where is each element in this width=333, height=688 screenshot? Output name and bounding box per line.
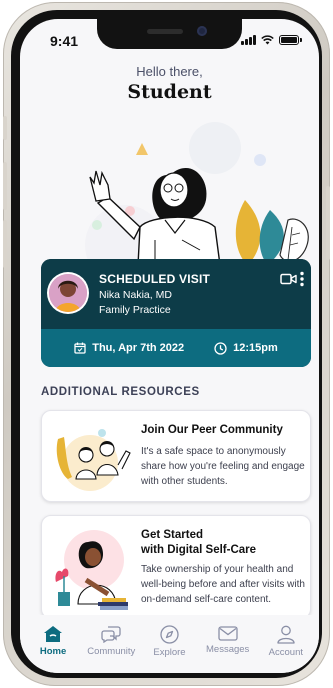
power-button	[326, 186, 330, 260]
scheduled-visit-card[interactable]: SCHEDULED VISIT Nika Nakia, MD Family Pr…	[41, 259, 311, 367]
wifi-icon	[261, 35, 274, 45]
chat-bubbles-icon	[101, 626, 121, 643]
visit-title: SCHEDULED VISIT	[99, 272, 211, 286]
tab-messages[interactable]: Messages	[199, 615, 257, 673]
more-vertical-icon[interactable]	[299, 271, 305, 287]
compass-icon	[160, 625, 179, 644]
speaker-grille	[147, 29, 183, 34]
volume-down-button	[3, 220, 7, 268]
calendar-icon	[74, 342, 86, 354]
card-title-line1: Get Started	[141, 529, 203, 541]
signal-icon	[241, 35, 256, 45]
visit-card-header: SCHEDULED VISIT Nika Nakia, MD Family Pr…	[41, 259, 311, 329]
volume-up-button	[3, 162, 7, 210]
user-icon	[277, 625, 295, 644]
tab-home-label: Home	[39, 646, 67, 657]
visit-time-label: 12:15pm	[233, 342, 278, 354]
mute-switch	[3, 116, 7, 140]
user-name: Student	[127, 81, 212, 103]
card-title: Join Our Peer Community	[141, 424, 283, 436]
tab-account[interactable]: Account	[257, 615, 315, 673]
hero-illustration	[85, 122, 309, 265]
section-title: ADDITIONAL RESOURCES	[41, 386, 200, 398]
card-description: Take ownership of your health and well-b…	[141, 564, 305, 605]
phone-frame: 9:41 Hello there, Student SCHEDULED VISI…	[3, 2, 330, 686]
bottom-tab-bar: Home Community Explore Messages Account	[20, 615, 319, 673]
tab-community-label: Community	[87, 646, 136, 657]
status-time: 9:41	[50, 33, 79, 49]
tab-community[interactable]: Community	[82, 615, 140, 673]
digital-self-care-card[interactable]: Get Started with Digital Self-Care Take …	[41, 515, 311, 619]
battery-icon	[279, 35, 302, 45]
visit-date: Thu, Apr 7th 2022	[74, 342, 184, 354]
peer-community-card[interactable]: Join Our Peer Community It's a safe spac…	[41, 410, 311, 502]
visit-card-footer: Thu, Apr 7th 2022 12:15pm	[41, 329, 311, 367]
doctor-avatar	[47, 272, 89, 314]
status-icons	[241, 35, 302, 45]
card-description: It's a safe space to anonymously share h…	[141, 446, 305, 487]
video-camera-icon[interactable]	[280, 273, 297, 285]
mail-icon	[218, 626, 238, 641]
visit-date-label: Thu, Apr 7th 2022	[92, 342, 185, 354]
tab-messages-label: Messages	[206, 644, 250, 655]
peer-community-illustration	[56, 429, 131, 491]
visit-time: 12:15pm	[214, 341, 278, 355]
tab-explore[interactable]: Explore	[140, 615, 198, 673]
greeting-text: Hello there,	[136, 64, 203, 79]
front-camera	[197, 26, 207, 36]
clock-icon	[214, 341, 227, 355]
tab-account-label: Account	[268, 647, 303, 658]
notch	[97, 19, 242, 49]
home-icon	[44, 626, 63, 642]
card-title-line2: with Digital Self-Care	[141, 544, 257, 556]
tab-home[interactable]: Home	[24, 615, 82, 673]
app-screen: 9:41 Hello there, Student SCHEDULED VISI…	[20, 19, 319, 673]
card-title: Get Started with Digital Self-Care	[141, 528, 256, 558]
tab-explore-label: Explore	[153, 647, 186, 658]
self-care-illustration	[55, 530, 128, 610]
doctor-specialty: Family Practice	[99, 304, 171, 316]
doctor-name: Nika Nakia, MD	[99, 289, 172, 301]
